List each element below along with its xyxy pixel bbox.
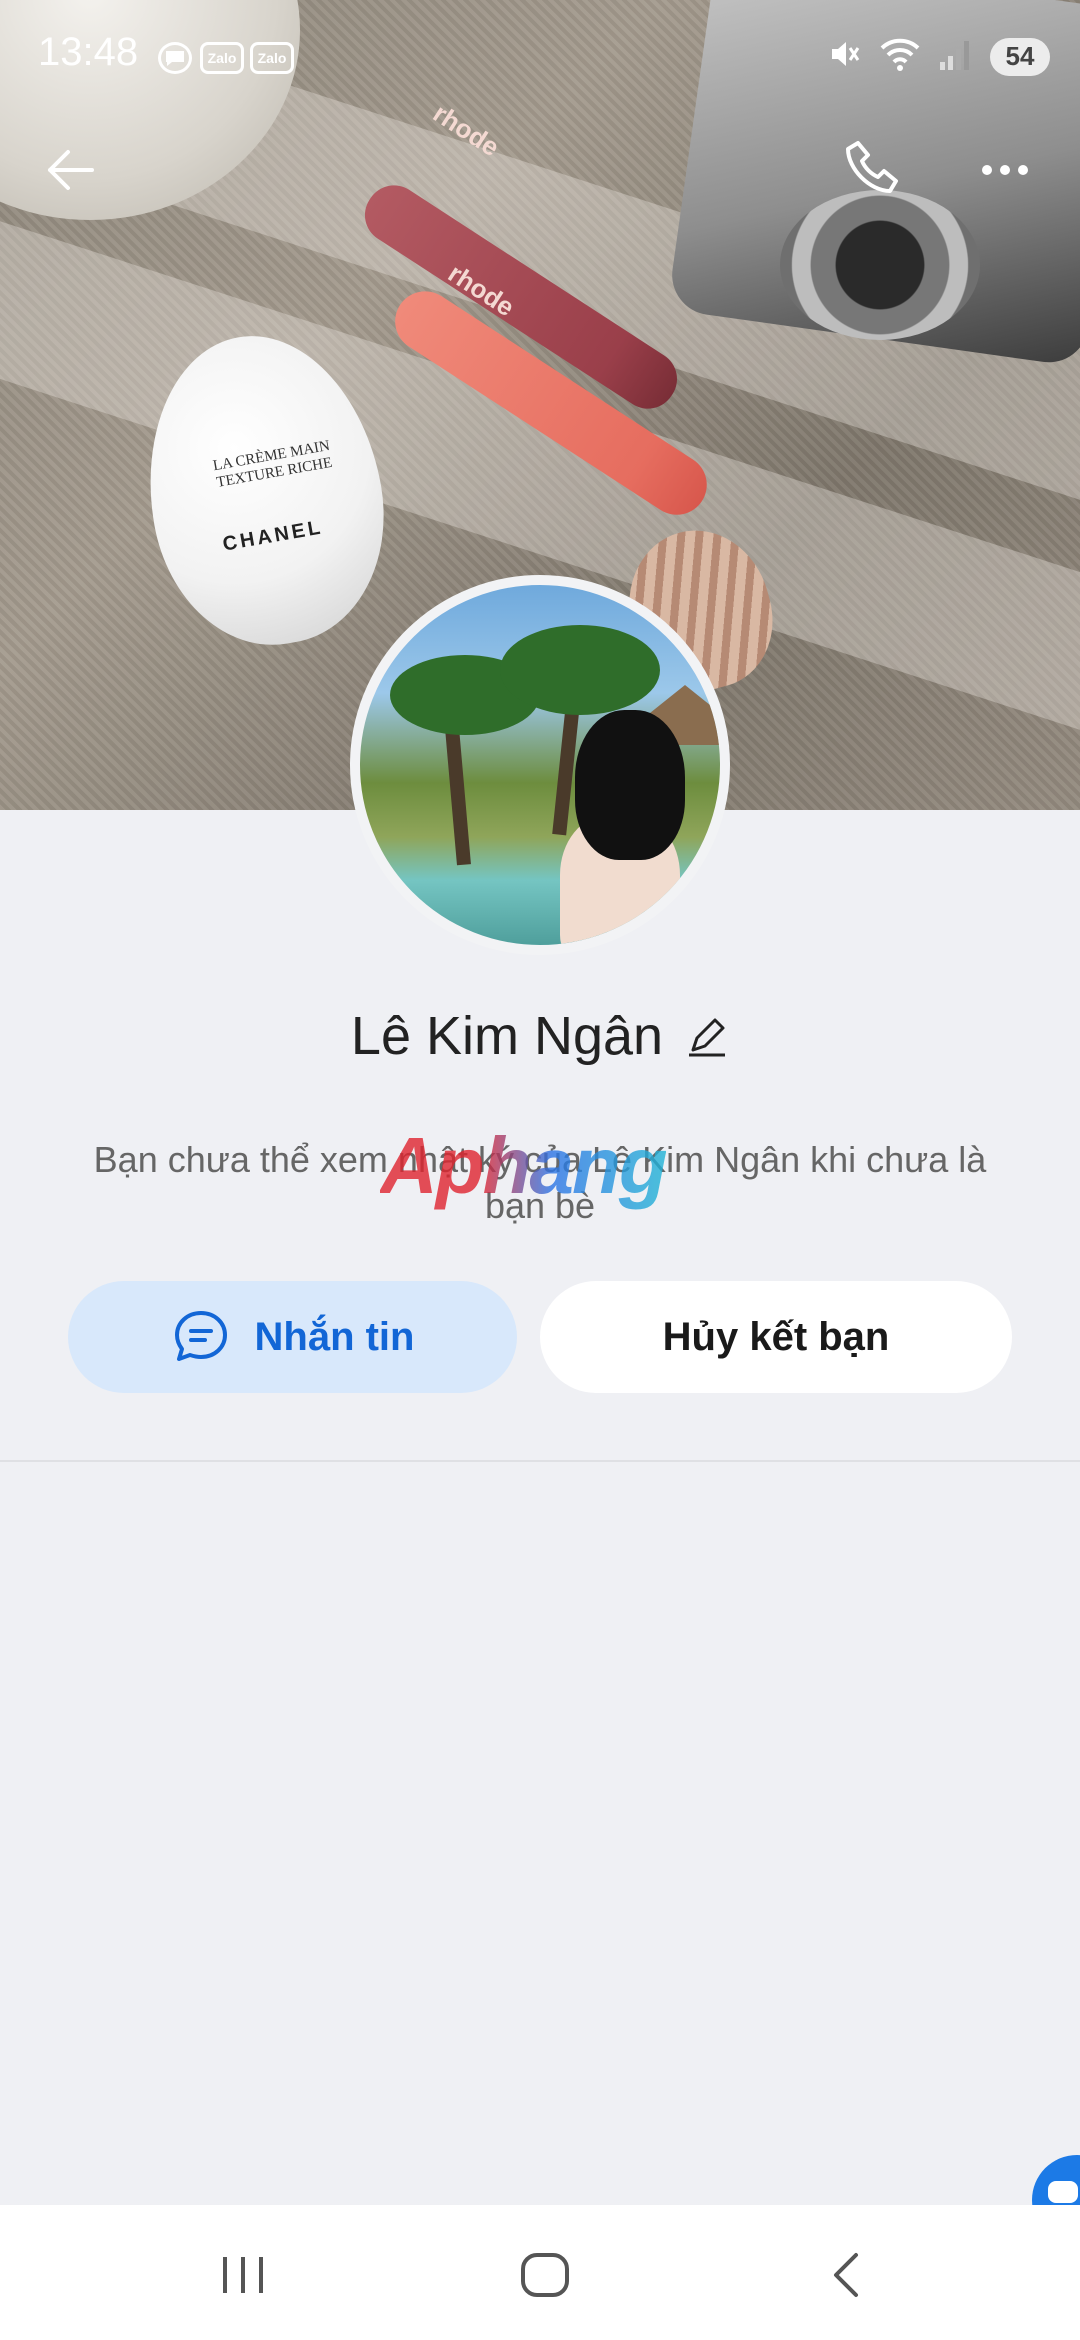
avatar-decoration [575,710,685,860]
unfriend-button[interactable]: Hủy kết bạn [540,1281,1012,1393]
zalo-notification-icon: Zalo [200,42,244,74]
profile-name-row: Lê Kim Ngân [0,1005,1080,1067]
message-button[interactable]: Nhắn tin [68,1281,517,1393]
profile-name: Lê Kim Ngân [350,1006,664,1066]
more-dots-icon [982,165,1028,175]
home-button[interactable] [500,2240,590,2310]
system-navigation-bar [0,2205,1080,2340]
chevron-left-icon [834,2253,858,2297]
unfriend-button-label: Hủy kết bạn [662,1314,890,1359]
system-icons: 54 [826,36,1050,77]
cover-decoration [780,190,980,340]
recent-apps-button[interactable] [198,2240,288,2310]
signal-icon [938,36,974,77]
more-options-button[interactable] [975,140,1055,200]
nav-back-button[interactable] [803,2240,893,2310]
chat-icon [174,1311,227,1361]
edit-pencil-icon[interactable] [685,1014,729,1058]
status-time: 13:48 [38,30,139,74]
mute-icon [826,36,862,77]
avatar-decoration [500,625,660,715]
message-button-label: Nhắn tin [254,1314,415,1359]
divider [0,1460,1080,1462]
status-bar: 13:48 Zalo Zalo 54 [0,0,1080,110]
battery-indicator: 54 [990,37,1050,76]
call-button[interactable] [840,135,920,205]
back-button[interactable] [40,140,120,200]
zalo-notification-icon: Zalo [250,42,294,74]
watermark: Aphang [380,1121,668,1210]
chat-bubble-icon [158,42,192,74]
arrow-left-icon [48,150,94,190]
phone-icon [846,141,898,193]
recent-apps-icon [223,2257,263,2293]
wifi-icon [878,36,922,77]
avatar[interactable] [350,575,730,955]
home-icon [521,2253,569,2297]
